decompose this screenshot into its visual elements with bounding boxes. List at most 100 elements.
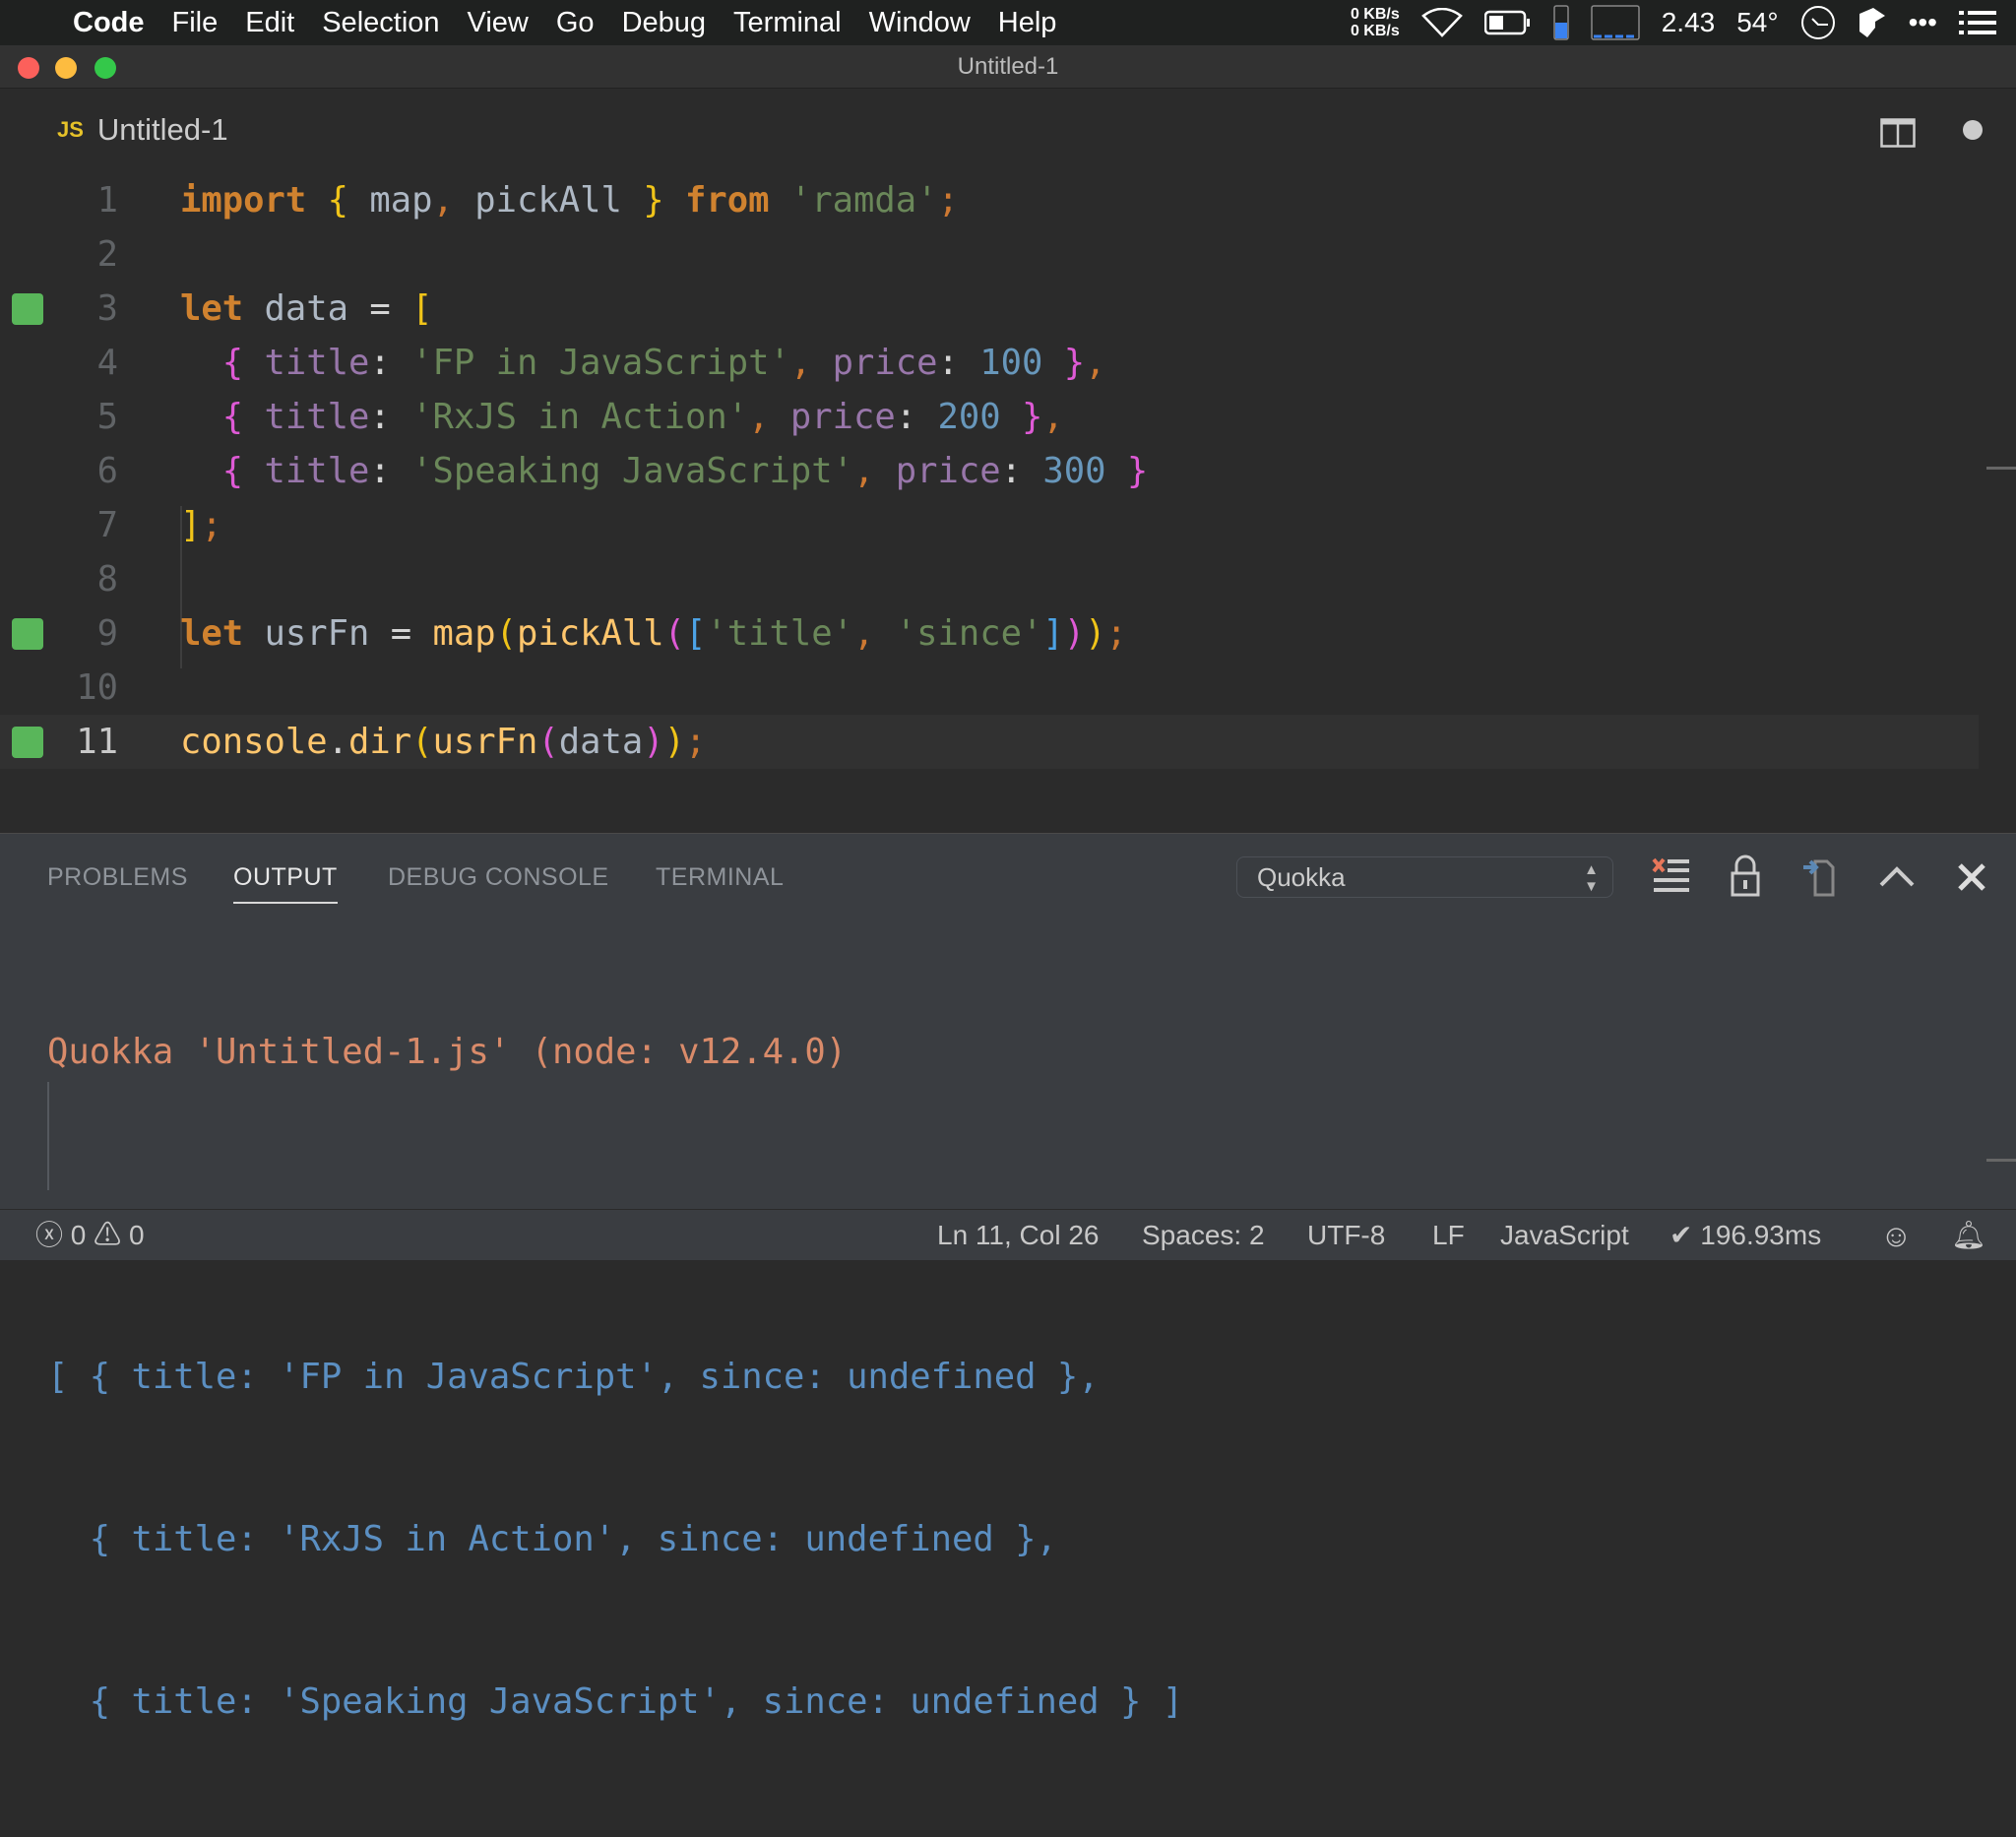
code-token: ;: [685, 722, 707, 762]
minimize-window-button[interactable]: [55, 57, 77, 79]
maximize-panel-icon[interactable]: [1875, 854, 1919, 899]
code-token: :: [369, 343, 391, 383]
close-panel-icon[interactable]: [1950, 854, 1993, 899]
code-line[interactable]: 10: [0, 661, 1979, 715]
app-extension-icon[interactable]: [1858, 6, 1887, 39]
code-text: { title: 'RxJS in Action', price: 200 },: [180, 390, 1064, 444]
temperature[interactable]: 54°: [1736, 7, 1778, 38]
wifi-icon[interactable]: [1420, 8, 1463, 37]
scrollbar-marker[interactable]: [1986, 467, 2016, 470]
feedback-smiley-icon[interactable]: ☺: [1880, 1210, 1913, 1261]
memory-gauge-icon[interactable]: [1552, 5, 1569, 40]
output-channel-select[interactable]: Quokka ▲ ▼: [1236, 856, 1613, 898]
line-number: 11: [76, 722, 118, 762]
code-token: ,: [1085, 343, 1106, 383]
lock-scroll-icon[interactable]: [1724, 854, 1767, 899]
end-of-line[interactable]: LF: [1432, 1210, 1465, 1261]
code-token: .: [327, 722, 348, 762]
code-token: ,: [853, 613, 875, 654]
encoding[interactable]: UTF-8: [1307, 1210, 1385, 1261]
line-number: 6: [96, 451, 118, 491]
code-token: ]: [1042, 613, 1064, 654]
tab-output[interactable]: OUTPUT: [233, 863, 338, 904]
close-window-button[interactable]: [18, 57, 39, 79]
language-mode[interactable]: JavaScript: [1500, 1210, 1629, 1261]
split-editor-icon[interactable]: [1880, 118, 1916, 148]
error-icon: ⓧ: [35, 1220, 64, 1250]
network-speed[interactable]: 0 KB/s 0 KB/s: [1351, 6, 1400, 39]
code-text: import { map, pickAll } from 'ramda';: [180, 173, 959, 227]
code-token: pickAll: [453, 180, 644, 221]
code-line[interactable]: 9 let usrFn = map(pickAll(['title', 'sinc…: [0, 606, 1979, 661]
code-token: 'ramda': [789, 180, 938, 221]
menu-window[interactable]: Window: [855, 7, 984, 39]
notification-center-icon[interactable]: [1959, 10, 1996, 35]
output-content[interactable]: Quokka 'Untitled-1.js' (node: v12.4.0) […: [47, 917, 1183, 1837]
code-token: dir: [348, 722, 412, 762]
window-title-bar: Untitled-1: [0, 45, 2016, 89]
line-number: 5: [96, 397, 118, 437]
code-token: :: [937, 343, 959, 383]
cursor-position[interactable]: Ln 11, Col 26: [937, 1210, 1100, 1261]
code-token: ): [1063, 613, 1086, 654]
notifications-bell-icon[interactable]: 🔔︎: [1951, 1210, 1986, 1261]
code-line[interactable]: 7];: [0, 498, 1979, 552]
code-token: ,: [432, 180, 454, 221]
code-token: 300: [1042, 451, 1106, 491]
code-token: usrFn: [243, 613, 391, 654]
more-icon[interactable]: •••: [1909, 7, 1937, 38]
indentation[interactable]: Spaces: 2: [1142, 1210, 1265, 1261]
tab-problems[interactable]: PROBLEMS: [47, 863, 188, 892]
menu-terminal[interactable]: Terminal: [720, 7, 855, 39]
zoom-window-button[interactable]: [94, 57, 116, 79]
problems-status[interactable]: ⓧ 0 ⚠ 0: [35, 1210, 145, 1261]
menu-debug[interactable]: Debug: [608, 7, 720, 39]
cpu-graph-icon[interactable]: [1590, 5, 1640, 40]
code-token: 200: [937, 397, 1001, 437]
clock-icon[interactable]: [1800, 5, 1836, 40]
open-log-file-icon[interactable]: [1797, 854, 1841, 899]
menu-help[interactable]: Help: [984, 7, 1071, 39]
menu-go[interactable]: Go: [542, 7, 608, 39]
battery-icon[interactable]: [1483, 10, 1532, 35]
javascript-file-icon: JS: [57, 117, 84, 142]
code-token: ): [1085, 613, 1106, 654]
menu-edit[interactable]: Edit: [231, 7, 308, 39]
tab-untitled-1[interactable]: JS Untitled-1: [57, 112, 228, 148]
quokka-timing[interactable]: ✔ 196.93ms: [1670, 1210, 1821, 1261]
quokka-coverage-marker: [12, 727, 43, 758]
output-line: { title: 'Speaking JavaScript', since: u…: [47, 1681, 1184, 1722]
code-line[interactable]: 4 { title: 'FP in JavaScript', price: 10…: [0, 336, 1979, 390]
menu-view[interactable]: View: [454, 7, 542, 39]
code-line[interactable]: 11 console.dir(usrFn(data));: [0, 715, 1979, 769]
unsaved-dot-icon[interactable]: [1963, 120, 1983, 140]
code-text: let data = [: [180, 282, 433, 336]
menu-selection[interactable]: Selection: [308, 7, 453, 39]
code-line[interactable]: 6 { title: 'Speaking JavaScript', price:…: [0, 444, 1979, 498]
code-line[interactable]: 5 { title: 'RxJS in Action', price: 200 …: [0, 390, 1979, 444]
code-line[interactable]: 2: [0, 227, 1979, 282]
tab-debug-console[interactable]: DEBUG CONSOLE: [388, 863, 609, 892]
clear-output-icon[interactable]: [1650, 854, 1693, 899]
code-line[interactable]: 1 import { map, pickAll } from 'ramda';: [0, 173, 1979, 227]
code-editor[interactable]: 1 import { map, pickAll } from 'ramda'; 2 3…: [0, 173, 2016, 833]
select-arrows-icon: ▲ ▼: [1584, 861, 1599, 895]
cpu-load[interactable]: 2.43: [1662, 7, 1716, 38]
code-line[interactable]: 8: [0, 552, 1979, 606]
code-token: =: [390, 613, 412, 654]
tab-terminal[interactable]: TERMINAL: [656, 863, 784, 892]
menu-bar: Code File Edit Selection View Go Debug T…: [0, 0, 2016, 45]
menu-app[interactable]: Code: [59, 7, 158, 39]
scrollbar-marker[interactable]: [1986, 1159, 2016, 1162]
menu-file[interactable]: File: [158, 7, 232, 39]
code-line[interactable]: 3 let data = [: [0, 282, 1979, 336]
